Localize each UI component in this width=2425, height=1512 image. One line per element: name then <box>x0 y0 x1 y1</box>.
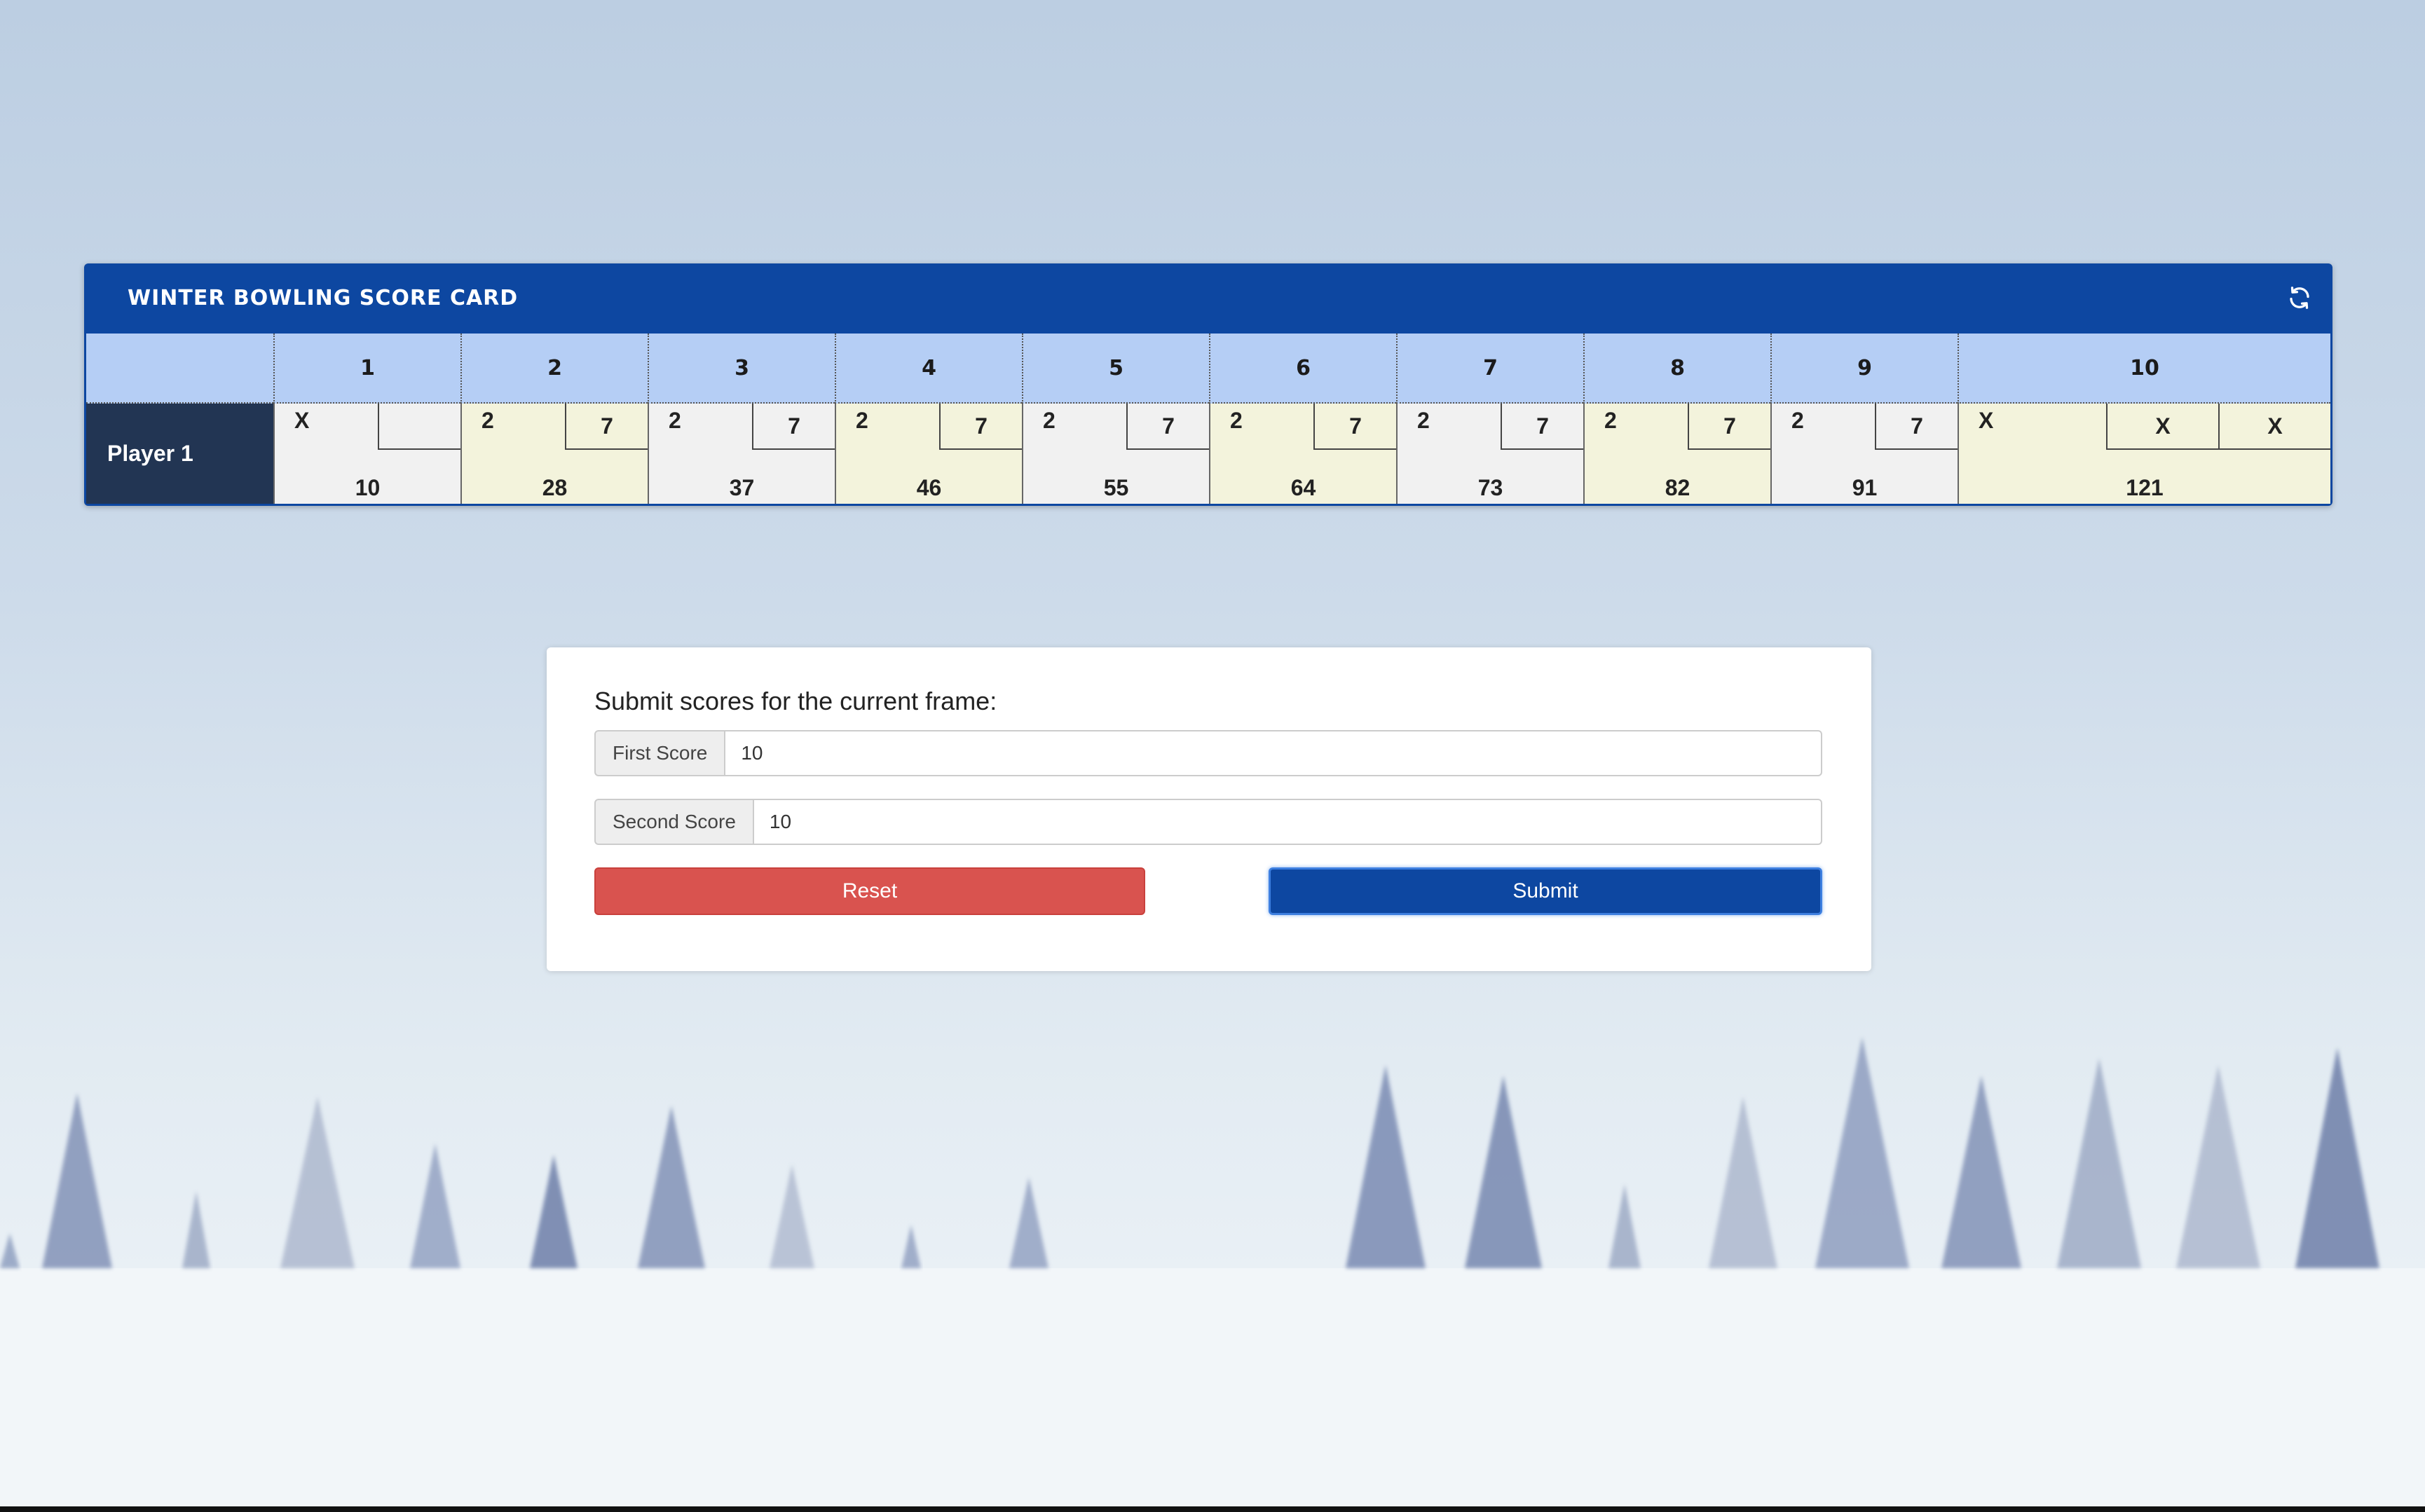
frame-4: 2 7 46 <box>835 404 1022 504</box>
score-entry-panel: Submit scores for the current frame: Fir… <box>547 647 1871 971</box>
score-card-header: Winter Bowling Score Card <box>84 263 2332 334</box>
frame-roll-2: 7 <box>1688 404 1770 450</box>
frame-roll-1: X <box>294 408 310 433</box>
frame-3: 2 7 37 <box>648 404 835 504</box>
frame-6: 2 7 64 <box>1209 404 1396 504</box>
reset-button[interactable]: Reset <box>594 867 1145 915</box>
score-card: Winter Bowling Score Card 1 2 3 4 5 6 7 … <box>84 263 2332 506</box>
frame-total: 121 <box>2126 475 2164 500</box>
frame-header-4: 4 <box>835 334 1022 404</box>
frame-roll-1: 2 <box>1230 408 1243 433</box>
frame-header-8: 8 <box>1583 334 1770 404</box>
frame-roll-1: 2 <box>1604 408 1617 433</box>
frame-header-9: 9 <box>1770 334 1958 404</box>
frame-header-blank <box>86 334 273 404</box>
frame-total: 73 <box>1477 475 1503 500</box>
frame-roll-1: X <box>1979 408 1994 433</box>
frame-total: 46 <box>916 475 942 500</box>
frame-8: 2 7 82 <box>1583 404 1770 504</box>
frame-roll-2: 7 <box>1313 404 1396 450</box>
frame-1: X 10 <box>273 404 460 504</box>
frame-roll-2: 7 <box>752 404 835 450</box>
frame-roll-2: 7 <box>1501 404 1583 450</box>
submit-button[interactable]: Submit <box>1269 867 1822 915</box>
frame-roll-2 <box>378 404 460 450</box>
frame-header-10: 10 <box>1958 334 2330 404</box>
frame-5: 2 7 55 <box>1022 404 1209 504</box>
score-card-title: Winter Bowling Score Card <box>128 286 519 310</box>
frame-header-3: 3 <box>648 334 835 404</box>
second-score-group: Second Score <box>594 799 1822 845</box>
second-score-label: Second Score <box>594 799 754 845</box>
frame-roll-2: 7 <box>939 404 1022 450</box>
frame-9: 2 7 91 <box>1770 404 1958 504</box>
frame-roll-1: 2 <box>1417 408 1430 433</box>
frame-10: X X X 121 <box>1958 404 2330 504</box>
first-score-group: First Score <box>594 730 1822 776</box>
frame-roll-2: X <box>2106 404 2218 450</box>
frame-total: 10 <box>355 475 381 500</box>
bottom-edge <box>0 1506 2425 1512</box>
frame-roll-1: 2 <box>669 408 681 433</box>
frame-total: 82 <box>1665 475 1690 500</box>
first-score-label: First Score <box>594 730 726 776</box>
frame-total: 28 <box>542 475 568 500</box>
frame-roll-2: 7 <box>1126 404 1209 450</box>
frame-roll-3: X <box>2218 404 2330 450</box>
first-score-input[interactable] <box>725 730 1822 776</box>
frame-roll-1: 2 <box>1791 408 1804 433</box>
frame-2: 2 7 28 <box>460 404 648 504</box>
frame-roll-1: 2 <box>856 408 868 433</box>
frame-roll-1: 2 <box>1043 408 1056 433</box>
frame-7: 2 7 73 <box>1396 404 1583 504</box>
frame-roll-2: 7 <box>565 404 648 450</box>
frame-header-6: 6 <box>1209 334 1396 404</box>
frame-header-1: 1 <box>273 334 460 404</box>
player-name: Player 1 <box>86 404 273 504</box>
frame-total: 91 <box>1852 475 1878 500</box>
frame-header-5: 5 <box>1022 334 1209 404</box>
refresh-icon <box>2290 287 2309 309</box>
frame-total: 64 <box>1290 475 1316 500</box>
refresh-button[interactable] <box>2283 282 2316 314</box>
score-grid: 1 2 3 4 5 6 7 8 9 10 Player 1 X 10 2 7 2… <box>86 334 2330 504</box>
frame-roll-1: 2 <box>481 408 494 433</box>
frame-total: 37 <box>729 475 755 500</box>
frame-total: 55 <box>1103 475 1129 500</box>
second-score-input[interactable] <box>753 799 1822 845</box>
frame-header-2: 2 <box>460 334 648 404</box>
frame-roll-2: 7 <box>1875 404 1958 450</box>
panel-title: Submit scores for the current frame: <box>594 687 997 715</box>
frame-header-7: 7 <box>1396 334 1583 404</box>
